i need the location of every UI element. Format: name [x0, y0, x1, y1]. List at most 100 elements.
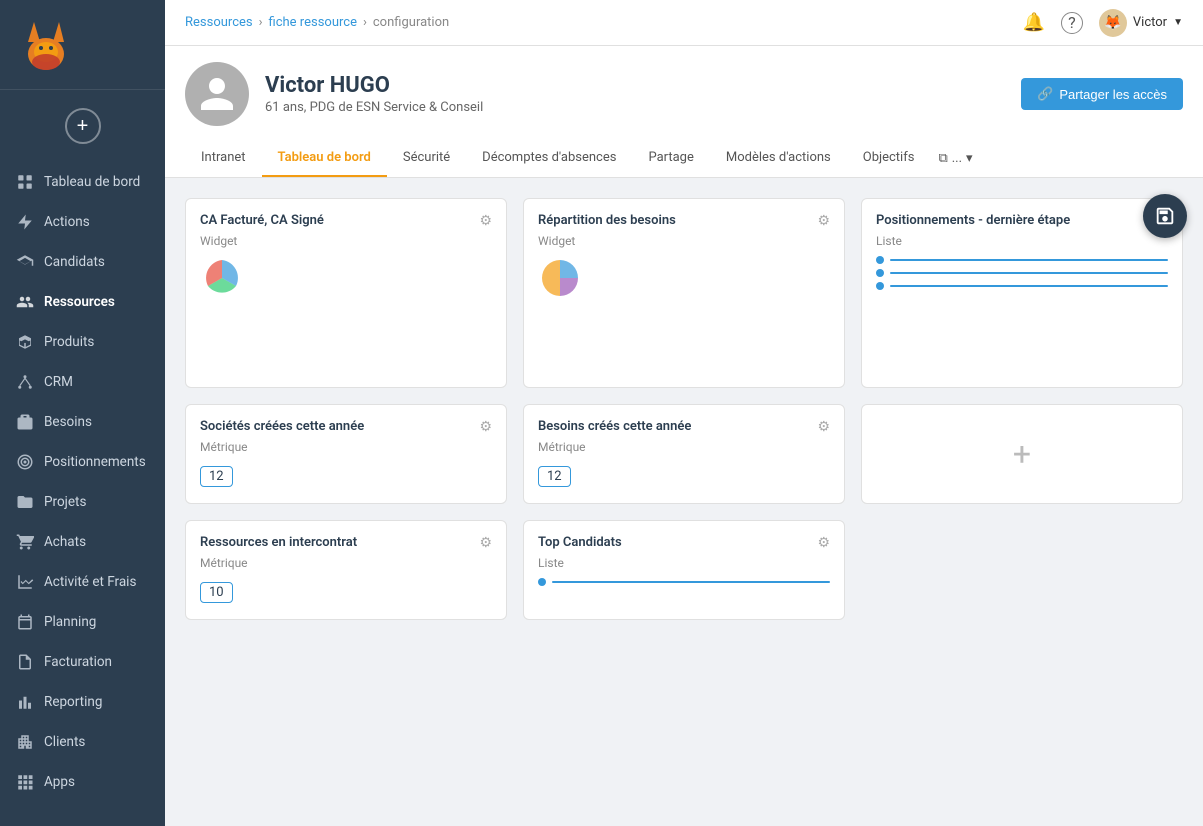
widget-header: Positionnements - dernière étape ⚙ — [876, 213, 1168, 230]
briefcase-icon — [16, 413, 34, 431]
tab-modeles-actions[interactable]: Modèles d'actions — [710, 140, 847, 177]
calendar-icon — [16, 613, 34, 631]
target-icon — [16, 453, 34, 471]
gear-icon[interactable]: ⚙ — [817, 419, 830, 435]
tabs: Intranet Tableau de bord Sécurité Décomp… — [185, 140, 1183, 177]
pie-chart-icon — [538, 256, 582, 300]
sidebar-item-reporting[interactable]: Reporting — [0, 682, 165, 722]
notification-icon[interactable]: 🔔 — [1022, 12, 1044, 33]
sidebar-label: Activité et Frais — [44, 574, 136, 590]
widget-header: Répartition des besoins ⚙ — [538, 213, 830, 230]
grid-icon — [16, 173, 34, 191]
sidebar-item-ressources[interactable]: Ressources — [0, 282, 165, 322]
sidebar-item-actions[interactable]: Actions — [0, 202, 165, 242]
sidebar-item-projets[interactable]: Projets — [0, 482, 165, 522]
sidebar-label: Reporting — [44, 694, 102, 710]
widget-ressources-intercontrat: Ressources en intercontrat ⚙ Métrique 10 — [185, 520, 507, 620]
widget-title: Répartition des besoins — [538, 213, 676, 230]
tab-tableau-de-bord[interactable]: Tableau de bord — [262, 140, 387, 177]
gear-icon[interactable]: ⚙ — [479, 419, 492, 435]
sidebar-item-candidats[interactable]: Candidats — [0, 242, 165, 282]
breadcrumb-fiche-ressource[interactable]: fiche ressource — [269, 15, 357, 30]
widget-ca-facture: CA Facturé, CA Signé ⚙ Widget — [185, 198, 507, 388]
gear-icon[interactable]: ⚙ — [817, 213, 830, 229]
tab-objectifs[interactable]: Objectifs — [847, 140, 931, 177]
building-icon — [16, 733, 34, 751]
folder-icon — [16, 493, 34, 511]
add-button[interactable]: + — [65, 108, 101, 144]
cart-icon — [16, 533, 34, 551]
widget-type: Métrique — [200, 556, 492, 570]
save-icon — [1154, 205, 1176, 227]
widget-besoins: Besoins créés cette année ⚙ Métrique 12 — [523, 404, 845, 504]
sidebar-item-apps[interactable]: Apps — [0, 762, 165, 802]
sidebar-item-facturation[interactable]: Facturation — [0, 642, 165, 682]
list-row — [876, 256, 1168, 264]
help-icon[interactable]: ? — [1061, 12, 1083, 34]
sidebar: + Tableau de bord Actions Candidats Ress… — [0, 0, 165, 826]
widget-type: Widget — [538, 234, 830, 248]
tab-partage[interactable]: Partage — [632, 140, 709, 177]
tab-securite[interactable]: Sécurité — [387, 140, 466, 177]
dashboard-content: CA Facturé, CA Signé ⚙ Widget Répartitio… — [165, 178, 1203, 826]
sidebar-item-achats[interactable]: Achats — [0, 522, 165, 562]
sidebar-label: Achats — [44, 534, 86, 550]
box-icon — [16, 333, 34, 351]
user-avatar: 🦊 — [1099, 9, 1127, 37]
sidebar-label: Actions — [44, 214, 90, 230]
main-area: Ressources › fiche ressource › configura… — [165, 0, 1203, 826]
gear-icon[interactable]: ⚙ — [817, 535, 830, 551]
chevron-down-icon: ▼ — [1173, 17, 1183, 28]
copy-icon: ⧉ — [938, 151, 947, 166]
widget-type: Liste — [538, 556, 830, 570]
sidebar-label: Produits — [44, 334, 94, 350]
sidebar-item-crm[interactable]: CRM — [0, 362, 165, 402]
invoice-icon — [16, 653, 34, 671]
gear-icon[interactable]: ⚙ — [479, 213, 492, 229]
plus-icon: + — [1013, 435, 1031, 473]
metric-value: 12 — [200, 466, 233, 487]
list-line — [890, 272, 1168, 274]
tab-decomptes-absences[interactable]: Décomptes d'absences — [466, 140, 632, 177]
widget-title: CA Facturé, CA Signé — [200, 213, 324, 230]
topbar-right: 🔔 ? 🦊 Victor ▼ — [1022, 9, 1183, 37]
widget-header: Besoins créés cette année ⚙ — [538, 419, 830, 436]
widget-header: Ressources en intercontrat ⚙ — [200, 535, 492, 552]
profile-text: Victor HUGO 61 ans, PDG de ESN Service &… — [265, 73, 483, 115]
share-icon: 🔗 — [1037, 86, 1053, 102]
list-dot — [876, 256, 884, 264]
breadcrumb-current: configuration — [373, 15, 449, 30]
save-fab[interactable] — [1143, 194, 1187, 238]
sidebar-item-clients[interactable]: Clients — [0, 722, 165, 762]
graduation-icon — [16, 253, 34, 271]
widget-title: Sociétés créées cette année — [200, 419, 364, 436]
sidebar-label: Besoins — [44, 414, 92, 430]
profile-name: Victor HUGO — [265, 73, 483, 98]
sidebar-item-besoins[interactable]: Besoins — [0, 402, 165, 442]
sidebar-label: Candidats — [44, 254, 105, 270]
logo-icon — [14, 12, 79, 77]
widget-top-candidats: Top Candidats ⚙ Liste — [523, 520, 845, 620]
breadcrumb-ressources[interactable]: Ressources — [185, 15, 253, 30]
sidebar-label: CRM — [44, 374, 73, 390]
widget-type: Widget — [200, 234, 492, 248]
sidebar-item-planning[interactable]: Planning — [0, 602, 165, 642]
metric-value: 12 — [538, 466, 571, 487]
tab-intranet[interactable]: Intranet — [185, 140, 262, 177]
share-button[interactable]: 🔗 Partager les accès — [1021, 78, 1183, 110]
add-widget-button[interactable]: + — [861, 404, 1183, 504]
sidebar-item-activite-frais[interactable]: Activité et Frais — [0, 562, 165, 602]
user-menu[interactable]: 🦊 Victor ▼ — [1099, 9, 1183, 37]
breadcrumb: Ressources › fiche ressource › configura… — [185, 15, 449, 30]
list-icon — [538, 578, 830, 586]
sidebar-item-positionnements[interactable]: Positionnements — [0, 442, 165, 482]
tab-more[interactable]: ⧉ ... ▾ — [930, 141, 980, 176]
sidebar-label: Positionnements — [44, 454, 146, 470]
gear-icon[interactable]: ⚙ — [479, 535, 492, 551]
sidebar-item-produits[interactable]: Produits — [0, 322, 165, 362]
widget-title: Positionnements - dernière étape — [876, 213, 1070, 230]
profile-header: Victor HUGO 61 ans, PDG de ESN Service &… — [165, 46, 1203, 178]
sidebar-item-tableau-de-bord[interactable]: Tableau de bord — [0, 162, 165, 202]
sidebar-label: Tableau de bord — [44, 174, 140, 190]
chart-icon — [16, 573, 34, 591]
